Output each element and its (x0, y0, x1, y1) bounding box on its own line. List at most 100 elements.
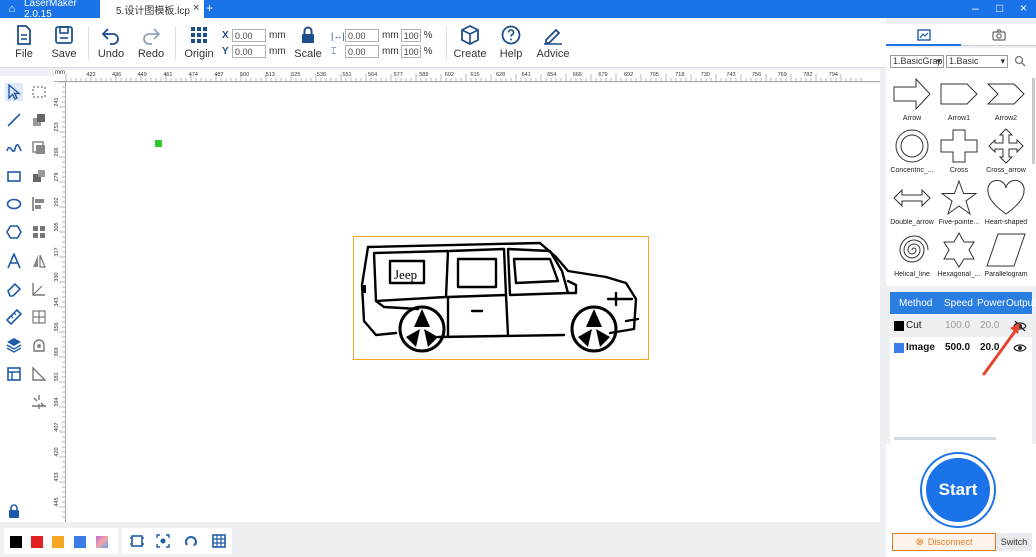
file-button[interactable]: File (2, 24, 46, 60)
switch-button[interactable]: Switch (996, 533, 1032, 551)
blue-swatch[interactable] (74, 536, 86, 548)
design-canvas[interactable]: Jeep (66, 83, 880, 522)
shape-helical-line[interactable]: Helical_line (889, 232, 935, 284)
shape-concentric[interactable]: Concentric_... (889, 128, 935, 180)
tab-close-icon[interactable]: × (193, 2, 199, 14)
shape-parallelogram[interactable]: Parallelogram (983, 232, 1029, 284)
fit-frame-icon[interactable] (130, 534, 144, 548)
jeep-drawing: Jeep (360, 241, 640, 353)
width-percent-input[interactable]: 100 (400, 29, 421, 42)
tab-camera[interactable] (961, 24, 1036, 46)
help-button[interactable]: Help (489, 24, 533, 60)
shape-five-pointed-star[interactable]: Five-pointe... (936, 179, 982, 232)
zoom-fit-icon[interactable] (156, 534, 170, 548)
effect-tool[interactable] (30, 393, 48, 411)
start-button[interactable]: Start (922, 454, 994, 526)
shape-arrow[interactable]: Arrow (889, 76, 935, 128)
undo-button[interactable]: Undo (89, 24, 133, 60)
y-label: Y (222, 46, 229, 57)
red-swatch[interactable] (31, 536, 43, 548)
ungroup-tool[interactable] (30, 167, 48, 185)
ellipse-tool[interactable] (5, 195, 23, 213)
black-swatch[interactable] (10, 536, 22, 548)
close-window-button[interactable]: × (1020, 1, 1027, 15)
ruler-label: 356 (54, 322, 60, 331)
layer-speed[interactable]: 500.0 (945, 342, 970, 353)
shape-label: Double_arrow (890, 219, 934, 226)
search-icon[interactable] (1014, 55, 1026, 67)
rotate-icon[interactable] (184, 534, 198, 548)
home-icon[interactable]: ⌂ (0, 3, 24, 15)
scale-button[interactable]: Scale (286, 24, 330, 60)
advice-button[interactable]: Advice (531, 24, 575, 60)
shape-arrow2[interactable]: Arrow2 (983, 76, 1029, 128)
shape-label: Arrow2 (994, 115, 1018, 122)
layer-order-tool[interactable] (30, 111, 48, 129)
layer-speed[interactable]: 100.0 (945, 320, 970, 331)
selected-image-bounding-box[interactable]: Jeep (353, 236, 649, 360)
save-button[interactable]: Save (42, 24, 86, 60)
subcategory-select[interactable]: 1.Basic ▾ (946, 55, 1008, 68)
group-tool[interactable] (30, 139, 48, 157)
maximize-button[interactable]: □ (996, 1, 1003, 15)
height-percent-input[interactable]: 100 (400, 45, 421, 58)
shape-label: Five-pointe... (938, 219, 980, 226)
orange-swatch[interactable] (52, 536, 64, 548)
origin-button[interactable]: Origin (177, 24, 221, 60)
ruler-label: 241 (54, 97, 60, 106)
height-input[interactable]: 0.00 (345, 45, 379, 58)
ruler-label: 420 (54, 447, 60, 456)
document-tab[interactable]: 5.设计图模板.lcp (100, 0, 204, 18)
table-tool[interactable] (5, 365, 23, 383)
create-button[interactable]: Create (448, 24, 492, 60)
x-input[interactable]: 0.00 (232, 29, 266, 42)
mirror-tool[interactable] (30, 252, 48, 270)
bevel-tool[interactable] (30, 365, 48, 383)
select-tool[interactable] (5, 83, 23, 101)
new-tab-icon[interactable]: + (206, 1, 213, 15)
distribute-tool[interactable] (30, 308, 48, 326)
shape-hexagonal-star[interactable]: Hexagonal_... (936, 231, 982, 284)
redo-button[interactable]: Redo (129, 24, 173, 60)
minimize-button[interactable]: – (972, 1, 979, 15)
weld-tool[interactable] (30, 336, 48, 354)
text-tool[interactable] (5, 252, 23, 270)
ruler-label: 679 (598, 72, 607, 78)
curve-tool[interactable] (5, 139, 23, 157)
polygon-tool[interactable] (5, 223, 23, 241)
ruler-label: 266 (54, 147, 60, 156)
panel-scrollbar[interactable] (894, 437, 996, 440)
undo-label: Undo (97, 48, 125, 60)
measure-tool[interactable] (5, 308, 23, 326)
shape-list-scrollbar[interactable] (1032, 78, 1035, 164)
y-input[interactable]: 0.00 (232, 45, 266, 58)
rectangle-tool[interactable] (5, 167, 23, 185)
align-tool[interactable] (30, 195, 48, 213)
shape-arrow1[interactable]: Arrow1 (936, 76, 982, 128)
shape-heart[interactable]: Heart-shaped (983, 179, 1029, 232)
line-tool[interactable] (5, 111, 23, 129)
shape-cross-arrow[interactable]: Cross_arrow (983, 128, 1029, 180)
lock-tool[interactable] (5, 502, 23, 520)
angle-tool[interactable] (30, 280, 48, 298)
eraser-icon (7, 282, 22, 297)
eraser-tool[interactable] (5, 280, 23, 298)
shape-label: Arrow (902, 115, 922, 122)
grid-table-icon[interactable] (212, 534, 226, 548)
ruler-label: 474 (189, 72, 198, 78)
width-input[interactable]: 0.00 (345, 29, 379, 42)
disconnect-button[interactable]: ⊗ Disconnect (892, 533, 996, 551)
tab-shapes[interactable] (886, 24, 961, 46)
layers-tool[interactable] (5, 336, 23, 354)
shape-double-arrow[interactable]: Double_arrow (889, 180, 935, 232)
grid-icon (33, 226, 45, 238)
ruler-label: 782 (803, 72, 812, 78)
gradient-swatch[interactable] (96, 536, 108, 548)
shape-cross[interactable]: Cross (936, 128, 982, 180)
category-select[interactable]: 1.BasicGrap ▾ (890, 55, 944, 68)
chevron-down-icon: ▾ (1000, 56, 1005, 66)
marquee-tool[interactable] (30, 83, 48, 101)
help-icon (501, 25, 521, 45)
ruler-label: 461 (163, 72, 172, 78)
array-tool[interactable] (30, 223, 48, 241)
